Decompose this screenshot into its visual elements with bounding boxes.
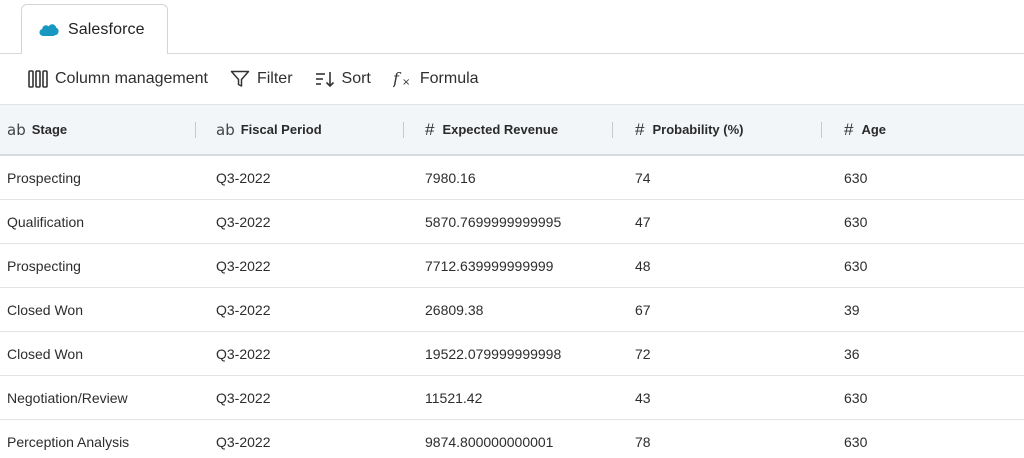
cell-age[interactable]: 630 bbox=[837, 420, 1024, 458]
tab-strip: Salesforce bbox=[0, 0, 1024, 54]
formula-label: Formula bbox=[419, 70, 479, 87]
formula-fx-icon: f × bbox=[393, 70, 413, 88]
column-management-button[interactable]: Column management bbox=[28, 64, 208, 94]
cell-stage[interactable]: Closed Won bbox=[0, 288, 208, 331]
cell-fiscal-period[interactable]: Q3-2022 bbox=[208, 420, 417, 458]
cell-stage[interactable]: Closed Won bbox=[0, 332, 208, 375]
cell-expected-revenue[interactable]: 7712.639999999999 bbox=[417, 244, 627, 287]
cell-expected-revenue[interactable]: 19522.079999999998 bbox=[417, 332, 627, 375]
filter-icon bbox=[230, 70, 250, 88]
column-resize-handle[interactable] bbox=[821, 122, 822, 138]
cell-probability[interactable]: 47 bbox=[627, 200, 837, 243]
column-resize-handle[interactable] bbox=[195, 122, 196, 138]
text-type-icon: ab bbox=[216, 120, 235, 139]
cell-probability[interactable]: 78 bbox=[627, 420, 837, 458]
column-header-expected-revenue[interactable]: # Expected Revenue bbox=[417, 105, 627, 154]
cell-fiscal-period[interactable]: Q3-2022 bbox=[208, 332, 417, 375]
filter-button[interactable]: Filter bbox=[230, 64, 293, 94]
column-resize-handle[interactable] bbox=[403, 122, 404, 138]
tab-label: Salesforce bbox=[68, 20, 145, 38]
column-header-label: Probability (%) bbox=[652, 122, 744, 137]
cell-fiscal-period[interactable]: Q3-2022 bbox=[208, 200, 417, 243]
cell-expected-revenue[interactable]: 7980.16 bbox=[417, 156, 627, 199]
cell-age[interactable]: 630 bbox=[837, 244, 1024, 287]
column-header-stage[interactable]: ab Stage bbox=[0, 105, 208, 154]
cell-stage[interactable]: Prospecting bbox=[0, 244, 208, 287]
cell-expected-revenue[interactable]: 11521.42 bbox=[417, 376, 627, 419]
formula-button[interactable]: f × Formula bbox=[393, 64, 479, 94]
table-header: ab Stage ab Fiscal Period # Expected Rev… bbox=[0, 104, 1024, 156]
cell-age[interactable]: 630 bbox=[837, 156, 1024, 199]
sort-button[interactable]: Sort bbox=[315, 64, 371, 94]
cell-fiscal-period[interactable]: Q3-2022 bbox=[208, 244, 417, 287]
column-resize-handle[interactable] bbox=[612, 122, 613, 138]
cell-probability[interactable]: 72 bbox=[627, 332, 837, 375]
cell-age[interactable]: 36 bbox=[837, 332, 1024, 375]
cell-stage[interactable]: Perception Analysis bbox=[0, 420, 208, 458]
column-management-label: Column management bbox=[55, 70, 208, 87]
columns-icon bbox=[28, 70, 48, 88]
table-row[interactable]: Closed Won Q3-2022 19522.079999999998 72… bbox=[0, 332, 1024, 376]
cell-probability[interactable]: 67 bbox=[627, 288, 837, 331]
cell-age[interactable]: 630 bbox=[837, 200, 1024, 243]
number-type-icon: # bbox=[844, 119, 854, 139]
cell-probability[interactable]: 43 bbox=[627, 376, 837, 419]
text-type-icon: ab bbox=[7, 120, 26, 139]
number-type-icon: # bbox=[635, 119, 645, 139]
salesforce-cloud-icon bbox=[39, 23, 59, 36]
cell-stage[interactable]: Negotiation/Review bbox=[0, 376, 208, 419]
table-row[interactable]: Perception Analysis Q3-2022 9874.8000000… bbox=[0, 420, 1024, 458]
column-header-age[interactable]: # Age bbox=[837, 105, 1024, 154]
cell-stage[interactable]: Prospecting bbox=[0, 156, 208, 199]
tab-salesforce[interactable]: Salesforce bbox=[21, 4, 168, 54]
svg-text:f: f bbox=[393, 70, 402, 88]
cell-fiscal-period[interactable]: Q3-2022 bbox=[208, 376, 417, 419]
cell-probability[interactable]: 74 bbox=[627, 156, 837, 199]
table-row[interactable]: Negotiation/Review Q3-2022 11521.42 43 6… bbox=[0, 376, 1024, 420]
column-header-label: Fiscal Period bbox=[240, 122, 322, 137]
column-header-fiscal-period[interactable]: ab Fiscal Period bbox=[208, 105, 417, 154]
table-row[interactable]: Closed Won Q3-2022 26809.38 67 39 bbox=[0, 288, 1024, 332]
table-row[interactable]: Qualification Q3-2022 5870.7699999999995… bbox=[0, 200, 1024, 244]
column-header-probability[interactable]: # Probability (%) bbox=[627, 105, 837, 154]
cell-probability[interactable]: 48 bbox=[627, 244, 837, 287]
toolbar: Column management Filter Sort f × Formul… bbox=[0, 54, 1024, 104]
cell-stage[interactable]: Qualification bbox=[0, 200, 208, 243]
cell-age[interactable]: 630 bbox=[837, 376, 1024, 419]
table-row[interactable]: Prospecting Q3-2022 7980.16 74 630 bbox=[0, 156, 1024, 200]
number-type-icon: # bbox=[425, 119, 435, 139]
cell-fiscal-period[interactable]: Q3-2022 bbox=[208, 288, 417, 331]
filter-label: Filter bbox=[256, 70, 293, 87]
table-row[interactable]: Prospecting Q3-2022 7712.639999999999 48… bbox=[0, 244, 1024, 288]
cell-fiscal-period[interactable]: Q3-2022 bbox=[208, 156, 417, 199]
cell-expected-revenue[interactable]: 9874.800000000001 bbox=[417, 420, 627, 458]
column-header-label: Stage bbox=[31, 122, 68, 137]
data-table: ab Stage ab Fiscal Period # Expected Rev… bbox=[0, 104, 1024, 458]
cell-expected-revenue[interactable]: 26809.38 bbox=[417, 288, 627, 331]
svg-text:×: × bbox=[402, 77, 410, 88]
cell-age[interactable]: 39 bbox=[837, 288, 1024, 331]
cell-expected-revenue[interactable]: 5870.7699999999995 bbox=[417, 200, 627, 243]
column-header-label: Expected Revenue bbox=[442, 122, 559, 137]
sort-label: Sort bbox=[341, 70, 371, 87]
column-header-label: Age bbox=[861, 122, 887, 137]
sort-icon bbox=[315, 70, 335, 88]
